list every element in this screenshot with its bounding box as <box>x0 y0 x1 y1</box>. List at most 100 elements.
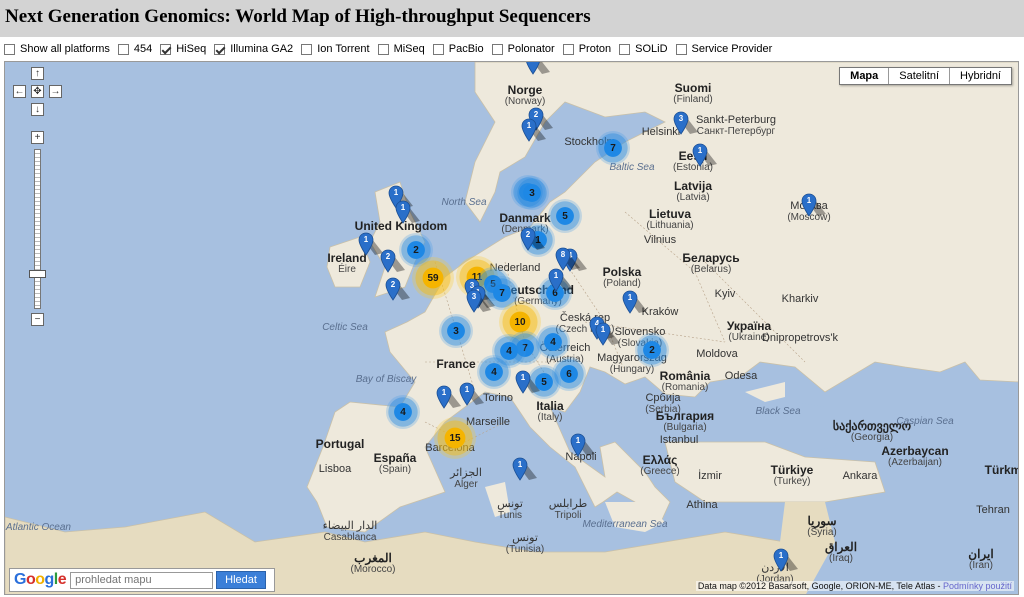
filter-10[interactable]: Service Provider <box>675 43 772 55</box>
cluster-marker[interactable]: 4 <box>477 355 511 389</box>
pan-up-button[interactable]: ↑ <box>31 67 44 80</box>
place-name: تونس <box>512 532 538 544</box>
map-pin-icon[interactable]: 8 <box>555 247 580 271</box>
place-label: Mediterranean Sea <box>582 519 667 531</box>
cluster-marker[interactable]: 7 <box>596 131 630 165</box>
filter-label: Polonator <box>507 43 555 55</box>
filter-checkbox[interactable] <box>4 43 15 55</box>
search-button[interactable]: Hledat <box>216 571 266 589</box>
filter-9[interactable]: SOLiD <box>619 43 668 55</box>
place-name: Black Sea <box>755 406 801 417</box>
map-canvas[interactable]: Norge (Norway) Suomi (Finland) Sankt-Peterbu… <box>4 61 1019 595</box>
cluster-marker[interactable]: 3 <box>515 176 549 210</box>
filter-4[interactable]: Ion Torrent <box>301 43 370 55</box>
filter-1[interactable]: 454 <box>117 43 152 55</box>
filter-label: Ion Torrent <box>317 43 370 55</box>
zoom-out-button[interactable]: − <box>31 313 44 326</box>
filter-5[interactable]: MiSeq <box>377 43 425 55</box>
pin-count: 1 <box>520 373 526 382</box>
place-subtitle: Casablanca <box>323 532 377 543</box>
pan-right-button[interactable]: → <box>49 85 62 98</box>
place-name: Dnipropetrovs'k <box>761 332 839 344</box>
map-pin-icon[interactable]: 1 <box>570 433 595 457</box>
map-pin-icon[interactable]: 1 <box>692 143 717 167</box>
pin-count: 1 <box>806 196 812 205</box>
filter-8[interactable]: Proton <box>562 43 611 55</box>
zoom-in-button[interactable]: + <box>31 131 44 144</box>
map-pin-icon[interactable]: 1 <box>801 193 826 217</box>
map-attribution: Data map ©2012 Basarsoft, Google, ORION-… <box>695 581 1014 591</box>
cluster-marker[interactable]: 5 <box>548 199 582 233</box>
place-label: Ankara <box>843 470 878 482</box>
cluster-marker[interactable]: 15 <box>434 417 476 459</box>
map-pin-icon[interactable]: 3 <box>673 111 698 135</box>
terms-link[interactable]: Podmínky použití <box>943 581 1012 591</box>
cluster-marker[interactable]: 3 <box>439 314 473 348</box>
map-pin-icon[interactable]: 1 <box>595 322 620 346</box>
place-name: North Sea <box>441 197 487 208</box>
zoom-slider-track[interactable] <box>34 149 41 309</box>
place-name: الدار البيضاء <box>322 520 378 532</box>
place-subtitle: (Iran) <box>969 560 993 571</box>
map-pin-icon[interactable]: 1 <box>436 385 461 409</box>
filter-checkbox[interactable] <box>491 43 503 55</box>
place-label: France <box>436 358 475 370</box>
filter-2[interactable]: HiSeq <box>160 43 206 55</box>
zoom-slider-handle[interactable] <box>29 270 46 278</box>
filter-label: MiSeq <box>393 43 425 55</box>
place-name: Athina <box>686 499 718 511</box>
filter-6[interactable]: PacBio <box>432 43 484 55</box>
filter-checkbox[interactable] <box>160 43 172 55</box>
filter-checkbox[interactable] <box>377 43 389 55</box>
map-pin-icon[interactable]: 1 <box>512 457 537 481</box>
place-label: تونس (Tunisia) <box>506 532 545 556</box>
cluster-marker[interactable]: 59 <box>412 257 454 299</box>
map-pin-icon[interactable]: 1 <box>548 268 573 292</box>
place-name: Ankara <box>842 470 878 482</box>
map-pin-icon[interactable]: 2 <box>380 249 405 273</box>
place-label: Kharkiv <box>782 293 819 305</box>
map-pin-icon[interactable]: 1 <box>773 548 798 572</box>
map-pin-icon[interactable]: 1 <box>459 382 484 406</box>
filter-checkbox[interactable] <box>562 43 574 55</box>
place-subtitle: (Georgia) <box>850 432 894 443</box>
place-label: Tehran <box>976 504 1010 516</box>
map-pin-icon[interactable]: 2 <box>520 227 545 251</box>
map-type-map-button[interactable]: Mapa <box>840 68 888 84</box>
place-label: Türkiye (Turkey) <box>771 464 814 488</box>
map-pin-icon[interactable]: 1 <box>521 118 546 142</box>
map-pin-icon[interactable]: 1 <box>395 200 420 224</box>
place-label: Dnipropetrovs'k <box>762 332 838 344</box>
place-name: تونس <box>497 498 523 510</box>
map-type-hybrid-button[interactable]: Hybridní <box>949 68 1011 84</box>
cluster-marker[interactable]: 4 <box>386 395 420 429</box>
cluster-marker[interactable]: 2 <box>635 333 669 367</box>
pan-left-button[interactable]: ← <box>13 85 26 98</box>
place-subtitle: (Azerbaijan) <box>888 457 942 468</box>
place-label: Suomi (Finland) <box>673 82 712 106</box>
place-label: سوريا (Syria) <box>807 515 836 539</box>
map-type-satellite-button[interactable]: Satelitní <box>888 68 949 84</box>
pan-down-button[interactable]: ↓ <box>31 103 44 116</box>
pin-count: 1 <box>464 385 470 394</box>
place-label: España (Spain) <box>374 452 417 476</box>
filter-0[interactable]: Show all platforms <box>4 43 110 55</box>
filter-checkbox[interactable] <box>619 43 631 55</box>
map-pin-icon[interactable]: 3 <box>466 289 491 313</box>
map-pin-icon[interactable]: 2 <box>385 277 410 301</box>
map-search-input[interactable] <box>70 571 214 589</box>
filter-7[interactable]: Polonator <box>491 43 555 55</box>
filter-checkbox[interactable] <box>432 43 444 55</box>
filter-checkbox[interactable] <box>675 43 687 55</box>
map-pin-icon[interactable]: 1 <box>515 370 540 394</box>
pin-count: 1 <box>575 436 581 445</box>
map-pin-icon[interactable]: 1 <box>526 62 550 75</box>
filter-checkbox[interactable] <box>301 43 313 55</box>
filter-checkbox[interactable] <box>214 43 226 55</box>
filter-3[interactable]: Illumina GA2 <box>214 43 293 55</box>
filter-checkbox[interactable] <box>117 43 129 55</box>
place-name: Tehran <box>976 504 1010 516</box>
center-icon[interactable]: ✥ <box>31 85 44 98</box>
map-pin-icon[interactable]: 1 <box>622 290 647 314</box>
map-pin-icon[interactable]: 1 <box>358 232 383 256</box>
